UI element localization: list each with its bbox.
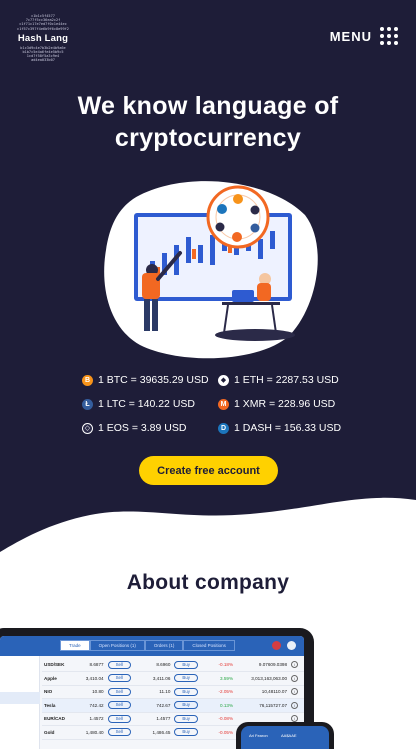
volume: 76,115727.07: [235, 698, 290, 713]
buy-button[interactable]: Buy: [174, 714, 198, 723]
hero-title-line2: cryptocurrency: [114, 124, 302, 152]
sell-button[interactable]: Sell: [107, 728, 131, 737]
rate-item: D 1 DASH = 156.33 USD: [218, 422, 341, 434]
phone-mockup: Ari Fearon AA$AAE: [236, 722, 334, 749]
buy-button[interactable]: Buy: [174, 660, 198, 669]
menu-button[interactable]: MENU: [330, 27, 398, 45]
sell-button[interactable]: Sell: [107, 714, 131, 723]
change-percent: -0.08%: [209, 712, 236, 726]
info-icon[interactable]: i: [291, 688, 299, 696]
rate-text: 1 BTC = 39635.29 USD: [98, 374, 209, 386]
app-bar-icons: [272, 641, 296, 650]
table-row[interactable]: Apple 3,410.04 Sell 3,411.06 Buy 3.59% 3,013,1…: [42, 671, 304, 686]
app-top-bar: Trade Open Positions (1) Orders (1) Clos…: [0, 636, 304, 656]
menu-label: MENU: [329, 28, 372, 44]
instrument-symbol: Tesla: [42, 698, 76, 713]
buy-price: 8.6960: [142, 658, 173, 672]
tab-open-positions: Open Positions (1): [89, 640, 145, 651]
logo[interactable]: c1b1c5f4577 7c77f5cc36ea2c2f c1f71c17e7e…: [14, 14, 72, 63]
hero-illustration: [104, 181, 318, 359]
rate-item: M 1 XMR = 228.96 USD: [218, 398, 335, 410]
dash-icon: D: [218, 422, 229, 434]
rate-text: 1 ETH = 2287.53 USD: [234, 374, 339, 386]
buy-button[interactable]: Buy: [174, 674, 198, 683]
notification-icon: [272, 641, 281, 650]
rate-item: Ł 1 LTC = 140.22 USD: [82, 398, 195, 410]
ethereum-icon: ◆: [218, 374, 229, 386]
table-row[interactable]: Tesla 742.42 Sell 742.67 Buy 0.13% 76,115727.0…: [42, 698, 304, 713]
litecoin-icon: Ł: [82, 398, 93, 410]
info-icon[interactable]: i: [291, 661, 299, 668]
buy-price: 742.67: [142, 698, 173, 713]
sell-button[interactable]: Sell: [107, 674, 131, 683]
bitcoin-icon: B: [82, 374, 93, 386]
sell-price: 3,410.04: [75, 671, 106, 686]
sell-price: 8.6877: [75, 658, 106, 672]
table-row[interactable]: USD/SEK 8.6877 Sell 8.6960 Buy -0.18% 9.07609.…: [42, 658, 304, 672]
volume: 10,48110.07: [235, 685, 290, 699]
instrument-symbol: Apple: [42, 671, 76, 686]
buy-button[interactable]: Buy: [174, 728, 198, 737]
logo-name: Hash Lang: [17, 32, 69, 44]
rate-item: ◇ 1 EOS = 3.89 USD: [82, 422, 186, 434]
sell-price: 10.80: [75, 685, 106, 699]
volume: 3,013,163,063.00: [235, 671, 290, 686]
sell-button[interactable]: Sell: [107, 660, 131, 669]
info-icon[interactable]: i: [291, 674, 299, 682]
volume: 9.07609.0398: [235, 658, 290, 672]
instrument-symbol: USD/SEK: [42, 658, 76, 672]
instrument-symbol: EUR/CAD: [42, 712, 76, 726]
logo-code-pattern: c1b1c5f4577 7c77f5cc36ea2c2f c1f71c17e7e…: [17, 14, 69, 31]
hero-section: c1b1c5f4577 7c77f5cc36ea2c2f c1f71c17e7e…: [0, 0, 416, 560]
tab-trade: Trade: [60, 640, 90, 651]
phone-user-label: Ari Fearon: [249, 733, 268, 738]
instrument-symbol: NIO: [42, 685, 76, 699]
change-percent: 0.13%: [209, 698, 236, 713]
create-account-button[interactable]: Create free account: [139, 456, 278, 485]
app-tabs: Trade Open Positions (1) Orders (1) Clos…: [60, 640, 235, 651]
buy-price: 11.10: [142, 685, 173, 699]
rate-item: B 1 BTC = 39635.29 USD: [82, 374, 209, 386]
rate-item: ◆ 1 ETH = 2287.53 USD: [218, 374, 339, 386]
rate-text: 1 XMR = 228.96 USD: [234, 398, 336, 410]
sell-price: 1.4572: [75, 712, 106, 726]
buy-price: 3,411.06: [142, 671, 173, 686]
change-percent: -0.18%: [209, 658, 236, 672]
change-percent: -0.05%: [209, 725, 236, 740]
buy-button[interactable]: Buy: [174, 701, 198, 710]
sell-price: 742.42: [75, 698, 106, 713]
buy-price: 1,486.45: [142, 725, 173, 740]
grid-menu-icon: [380, 27, 398, 45]
about-title: About company: [126, 571, 290, 594]
buy-button[interactable]: Buy: [174, 687, 198, 696]
sell-button[interactable]: Sell: [107, 701, 131, 710]
grid-icon: [287, 641, 296, 650]
tab-orders: Orders (1): [144, 640, 184, 651]
hero-title-line1: We know language of: [77, 92, 339, 120]
sell-price: 1,480.40: [75, 725, 106, 740]
eos-icon: ◇: [82, 422, 93, 434]
phone-screen: Ari Fearon AA$AAE: [241, 726, 329, 749]
table-row[interactable]: NIO 10.80 Sell 11.10 Buy -2.05% 10,48110.07 i: [42, 685, 304, 699]
buy-price: 1.4577: [142, 712, 173, 726]
tab-closed-positions: Closed Positions: [183, 640, 235, 651]
sell-button[interactable]: Sell: [107, 687, 131, 696]
monero-icon: M: [218, 398, 229, 410]
hero-title: We know language of cryptocurrency: [0, 90, 416, 154]
change-percent: 3.59%: [209, 671, 236, 686]
phone-center-label: AA$AAE: [281, 733, 297, 738]
rate-text: 1 LTC = 140.22 USD: [98, 398, 195, 410]
info-icon[interactable]: i: [291, 701, 299, 709]
app-sidebar: [0, 656, 40, 749]
logo-code-pattern-bottom: b1c3d9c4e7b3b2e4b9a6e b1b7c5e4a6fe4e5b9c…: [20, 45, 66, 63]
change-percent: -2.05%: [209, 685, 236, 699]
instrument-symbol: Gold: [42, 725, 76, 740]
rate-text: 1 DASH = 156.33 USD: [234, 422, 342, 434]
rate-text: 1 EOS = 3.89 USD: [98, 422, 187, 434]
